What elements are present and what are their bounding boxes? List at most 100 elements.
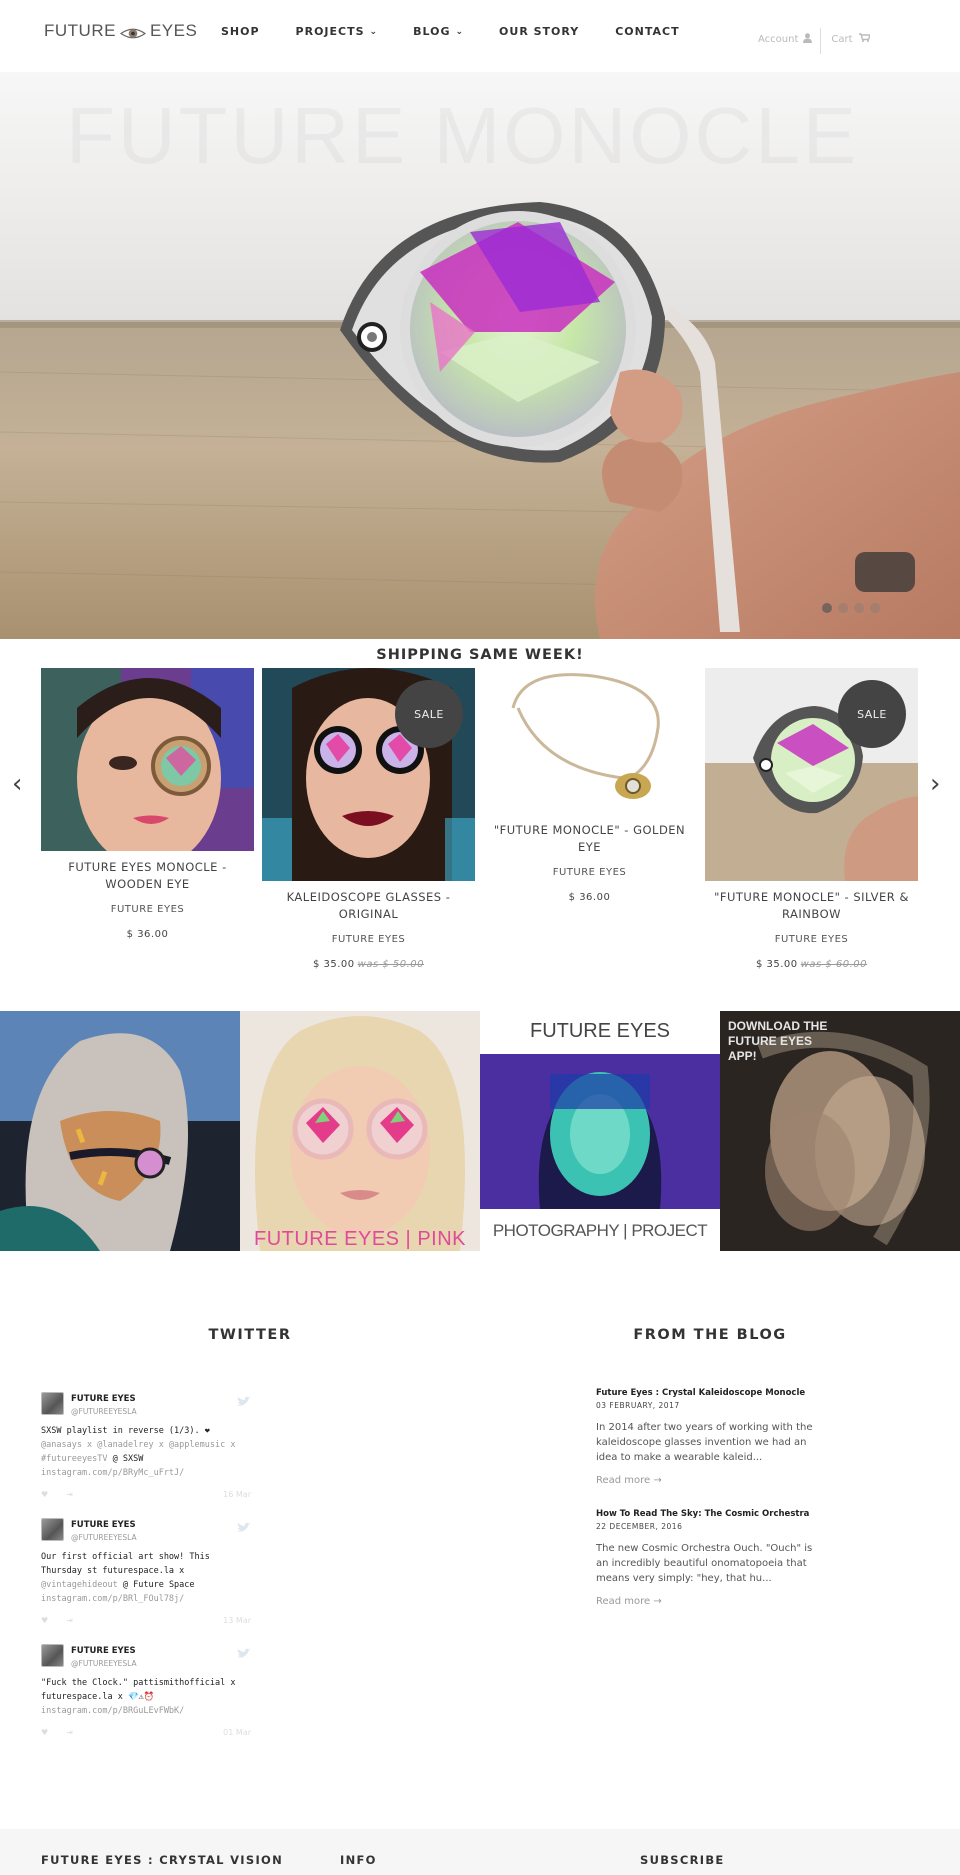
collection-tile[interactable]: DOWNLOAD THE FUTURE EYES APP! [720,1011,960,1251]
avatar[interactable] [41,1518,64,1541]
tweet-actions-icons: ♥ ⇥ [41,1616,73,1625]
avatar[interactable] [41,1392,64,1415]
read-more-link[interactable]: Read more → [596,1596,821,1607]
product-image[interactable]: SALE [705,668,918,881]
product-card[interactable]: "FUTURE MONOCLE" - GOLDEN EYE FUTURE EYE… [483,668,696,903]
slide-dot[interactable] [838,603,848,613]
nav-label: BLOG [413,25,451,38]
tile-photo [0,1011,240,1251]
tweet-link[interactable]: instagram.com/p/BRyMc_uFrtJ/ [41,1466,251,1480]
tweet-link[interactable]: instagram.com/p/BRGuLEvFWbK/ [41,1704,251,1718]
product-image[interactable]: SALE [262,668,475,881]
tweet-date[interactable]: 13 Mar [223,1616,251,1625]
nav-contact[interactable]: CONTACT [615,25,679,38]
logo-text-left: FUTURE [44,21,116,40]
tweet: FUTURE EYES @FUTUREEYESLA "Fuck the Cloc… [41,1644,251,1737]
tweet-body: Our first official art show! This Thursd… [41,1552,210,1576]
heart-icon[interactable]: ♥ [41,1616,48,1625]
tweet-handle[interactable]: @FUTUREEYESLA [71,1533,137,1542]
twitter-bird-icon[interactable] [237,1518,251,1532]
product-price: $ 36.00 [483,892,696,903]
tile-photo [240,1011,480,1251]
hero-slideshow[interactable]: FUTURE MONOCLE [0,72,960,639]
tweet-body: SXSW playlist in reverse (1/3). ❤ [41,1426,210,1436]
product-price: $ 36.00 [41,929,254,940]
tweet-header: FUTURE EYES @FUTUREEYESLA [41,1392,251,1416]
product-price: $ 35.00 was $ 50.00 [262,959,475,970]
tweet-date[interactable]: 16 Mar [223,1490,251,1499]
nav-projects[interactable]: PROJECTS ⌄ [296,25,379,38]
twitter-bird-icon[interactable] [237,1644,251,1658]
account-link[interactable]: Account [758,34,798,45]
collection-tile[interactable] [0,1011,240,1251]
nav-label: PROJECTS [295,25,365,38]
price-current: $ 35.00 [755,959,798,970]
tweet-actions: ♥ ⇥ 01 Mar [41,1728,251,1737]
tweet-link[interactable]: instagram.com/p/BRl_FOul78j/ [41,1592,251,1606]
tile-caption: PHOTOGRAPHY | PROJECT [492,1221,708,1240]
blog-post-title[interactable]: Future Eyes : Crystal Kaleidoscope Monoc… [596,1386,821,1400]
nav-label: OUR STORY [499,25,580,38]
tweet-author[interactable]: FUTURE EYES [71,1520,137,1530]
share-icon[interactable]: ⇥ [66,1490,73,1499]
blog-heading: FROM THE BLOG [633,1327,787,1343]
collection-tile[interactable]: FUTURE EYES | PINK [240,1011,480,1251]
heart-icon[interactable]: ♥ [41,1490,48,1499]
product-name[interactable]: KALEIDOSCOPE GLASSES - ORIGINAL [262,889,475,923]
product-photo [511,673,660,799]
product-image[interactable] [41,668,254,851]
tweet-mentions[interactable]: @vintagehideout [41,1580,118,1590]
cart-link[interactable]: Cart [831,34,852,45]
share-icon[interactable]: ⇥ [66,1728,73,1737]
carousel-prev-arrow-icon[interactable]: ‹ [12,769,22,799]
slideshow-dots [822,603,880,613]
tweet-header: FUTURE EYES @FUTUREEYESLA [41,1644,251,1668]
tile-top-caption: FUTURE EYES [529,1020,671,1042]
tweet: FUTURE EYES @FUTUREEYESLA Our first offi… [41,1518,251,1625]
slide-dot[interactable] [870,603,880,613]
nav-blog[interactable]: BLOG ⌄ [413,25,464,38]
nav-shop[interactable]: SHOP [221,25,260,38]
heart-icon[interactable]: ♥ [41,1728,48,1737]
product-card[interactable]: FUTURE EYES MONOCLE - WOODEN EYE FUTURE … [41,668,254,940]
slide-dot[interactable] [822,603,832,613]
product-name[interactable]: FUTURE EYES MONOCLE - WOODEN EYE [41,859,254,893]
tweet-actions-icons: ♥ ⇥ [41,1728,73,1737]
sale-badge: SALE [838,680,906,748]
tweet-actions: ♥ ⇥ 16 Mar [41,1490,251,1499]
product-card[interactable]: SALE "FUTURE MONOCLE" - SILVER & RAINBOW… [705,668,918,970]
product-image[interactable] [483,668,696,814]
tweet-actions: ♥ ⇥ 13 Mar [41,1616,251,1625]
blog-post-title[interactable]: How To Read The Sky: The Cosmic Orchestr… [596,1507,821,1521]
twitter-bird-icon[interactable] [237,1392,251,1406]
blog-post-date: 03 FEBRUARY, 2017 [596,1401,680,1410]
collection-tile[interactable]: FUTURE EYES PHOTOGRAPHY | PROJECT [480,1011,720,1251]
tweet-body: "Fuck the Clock." pattismithofficial x f… [41,1678,236,1702]
tweet-tail: @ SXSW [107,1454,144,1464]
tweet-date[interactable]: 01 Mar [223,1728,251,1737]
user-icon[interactable] [803,32,813,46]
product-name[interactable]: "FUTURE MONOCLE" - GOLDEN EYE [483,822,696,856]
logo[interactable]: FUTURE EYES [44,21,197,41]
tweet-author[interactable]: FUTURE EYES [71,1646,137,1656]
footer-info-heading: INFO [340,1853,377,1867]
product-vendor: FUTURE EYES [110,904,185,915]
price-current: $ 36.00 [126,929,169,940]
product-card[interactable]: SALE KALEIDOSCOPE GLASSES - ORIGINAL FUT… [262,668,475,970]
share-icon[interactable]: ⇥ [66,1616,73,1625]
product-name[interactable]: "FUTURE MONOCLE" - SILVER & RAINBOW [705,889,918,923]
logo-text-right: EYES [149,21,198,40]
read-more-link[interactable]: Read more → [596,1475,821,1486]
tweet-author[interactable]: FUTURE EYES [71,1394,137,1404]
avatar[interactable] [41,1644,64,1667]
eye-logo-icon [119,25,146,38]
nav-our-story[interactable]: OUR STORY [499,25,579,38]
tweet-text: SXSW playlist in reverse (1/3). ❤ @anasa… [41,1424,251,1480]
carousel-next-arrow-icon[interactable]: › [930,769,940,799]
slide-dot[interactable] [854,603,864,613]
tweet-text: Our first official art show! This Thursd… [41,1550,251,1606]
tweet-handle[interactable]: @FUTUREEYESLA [71,1407,137,1416]
blog-post-excerpt: The new Cosmic Orchestra Ouch. "Ouch" is… [596,1543,813,1584]
cart-icon[interactable] [858,33,871,45]
tweet-handle[interactable]: @FUTUREEYESLA [71,1659,137,1668]
